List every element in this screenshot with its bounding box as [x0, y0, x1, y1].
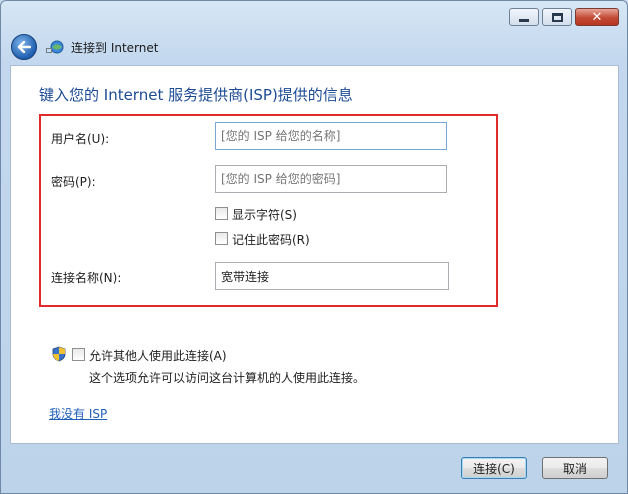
maximize-button[interactable]	[542, 8, 572, 26]
username-field[interactable]	[215, 122, 447, 150]
show-chars-label: 显示字符(S)	[232, 208, 297, 222]
window-title-bar: 连接到 Internet	[11, 33, 158, 61]
cancel-button[interactable]: 取消	[542, 457, 608, 479]
minimize-icon	[519, 18, 529, 22]
connect-button[interactable]: 连接(C)	[461, 457, 527, 479]
back-button[interactable]	[11, 34, 37, 60]
allow-others-description: 这个选项允许可以访问这台计算机的人使用此连接。	[89, 371, 366, 385]
password-field[interactable]	[215, 165, 447, 193]
username-label: 用户名(U):	[51, 132, 110, 146]
window-title: 连接到 Internet	[71, 40, 159, 55]
remember-password-checkbox[interactable]	[215, 232, 228, 245]
password-label: 密码(P):	[51, 175, 96, 189]
window-frame: ✕ 连接到 Internet 键入您的 Internet 服务提供商(ISP)提…	[0, 0, 628, 494]
remember-password-label: 记住此密码(R)	[232, 233, 310, 247]
close-icon: ✕	[591, 9, 603, 25]
network-connection-icon	[46, 40, 64, 54]
no-isp-link[interactable]: 我没有 ISP	[49, 405, 107, 422]
connection-name-label: 连接名称(N):	[51, 271, 122, 285]
maximize-icon	[551, 12, 563, 22]
allow-others-checkbox[interactable]	[72, 348, 85, 361]
allow-others-label: 允许其他人使用此连接(A)	[89, 349, 227, 363]
back-arrow-icon	[17, 41, 31, 53]
shield-icon	[52, 346, 66, 362]
caption-buttons: ✕	[509, 8, 619, 26]
connection-name-field[interactable]	[215, 262, 449, 290]
show-chars-checkbox[interactable]	[215, 207, 228, 220]
close-button[interactable]: ✕	[575, 8, 619, 26]
page-heading: 键入您的 Internet 服务提供商(ISP)提供的信息	[39, 86, 353, 104]
minimize-button[interactable]	[509, 8, 539, 26]
